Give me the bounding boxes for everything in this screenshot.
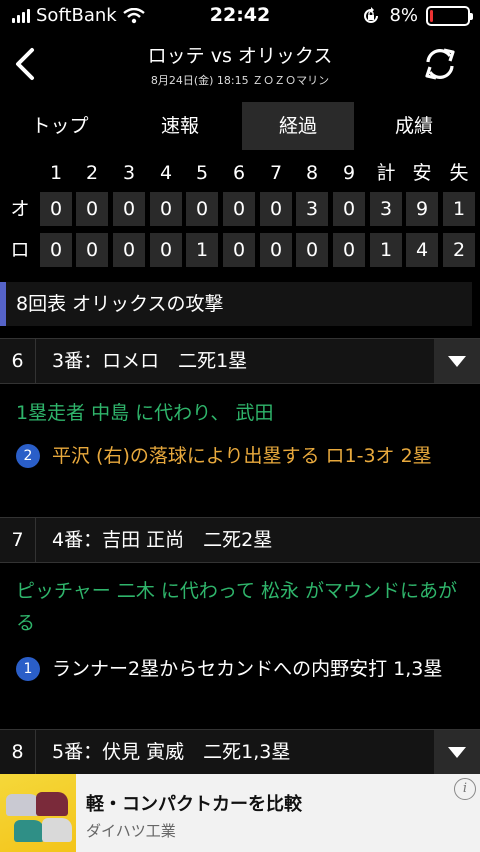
at-bat-row[interactable]: 7 4番：吉田 正尚 二死2塁: [0, 517, 480, 563]
at-bat-row[interactable]: 8 5番：伏見 寅威 二死1,3塁: [0, 729, 480, 775]
battery-percent: 8%: [389, 5, 418, 26]
at-bat-desc: 4番：吉田 正尚 二死2塁: [52, 529, 273, 551]
play-item: 1 ランナー2塁からセカンドへの内野安打 1,3塁: [16, 653, 466, 685]
inning-label: 8回表 オリックスの攻撃: [16, 293, 224, 315]
scoreboard-col-header: 1: [49, 162, 63, 184]
team-abbr: オ: [10, 198, 30, 220]
page-title: ロッテ vs オリックス: [147, 45, 333, 67]
ad-info-icon[interactable]: i: [454, 778, 476, 800]
score-cell: 0: [333, 233, 365, 267]
game-info: 8月24日(金) 18:15 ＺＯＺＯマリン: [150, 74, 330, 87]
score-cell: 0: [113, 192, 145, 226]
ad-thumbnail[interactable]: [0, 774, 76, 852]
car-image: [14, 820, 44, 842]
ad-sponsor: ダイハツ工業: [86, 822, 176, 840]
battery-icon: [426, 5, 473, 26]
ad-title[interactable]: 軽・コンパクトカーを比較: [86, 790, 302, 816]
score-cell: 0: [150, 192, 182, 226]
tab-bar: トップ 速報 経過 成績: [0, 102, 480, 150]
expand-triangle-icon[interactable]: [434, 730, 480, 774]
refresh-icon[interactable]: [420, 46, 460, 82]
scoreboard-col-header: 7: [269, 162, 283, 184]
game-header: ロッテ vs オリックス 8月24日(金) 18:15 ＺＯＺＯマリン: [0, 32, 480, 98]
score-cell: 0: [40, 192, 72, 226]
score-cell: 0: [113, 233, 145, 267]
play-text: ランナー2塁からセカンドへの内野安打 1,3塁: [52, 658, 443, 680]
scoreboard-row-orix: オ 000000030391: [0, 192, 480, 230]
scoreboard-col-header: 6: [232, 162, 246, 184]
scoreboard-col-header: 3: [122, 162, 136, 184]
at-bat-number: 8: [0, 730, 36, 774]
at-bat-row[interactable]: 6 3番：ロメロ 二死1塁: [0, 338, 480, 384]
score-cell: 0: [260, 192, 292, 226]
at-bat-number: 6: [0, 339, 36, 383]
at-bat-number: 7: [0, 518, 36, 562]
team-abbr: ロ: [10, 239, 30, 261]
score-cell: 4: [406, 233, 438, 267]
pitching-change-note: ピッチャー 二木 に代わって 松永 がマウンドにあがる: [16, 580, 458, 634]
out-count-badge: 1: [16, 657, 40, 681]
score-cell: 0: [186, 192, 218, 226]
ad-banner[interactable]: 軽・コンパクトカーを比較 ダイハツ工業 i: [0, 774, 480, 852]
at-bat-desc: 5番：伏見 寅威 二死1,3塁: [52, 741, 291, 763]
scoreboard-header-row: 12 3 45 6 78 9計安失: [0, 156, 480, 192]
tab-top[interactable]: トップ: [0, 102, 120, 150]
score-cell: 0: [223, 192, 255, 226]
scoreboard-row-lotte: ロ 000010000142: [0, 233, 480, 271]
car-image: [36, 792, 68, 816]
play-text: 平沢 (右)の落球により出塁する ロ1-3オ 2塁: [52, 445, 432, 467]
tab-stats[interactable]: 成績: [354, 102, 474, 150]
score-cell: 0: [296, 233, 328, 267]
score-cell: 0: [40, 233, 72, 267]
score-cell: 0: [76, 192, 108, 226]
tab-live[interactable]: 速報: [120, 102, 240, 150]
score-cell: 0: [150, 233, 182, 267]
score-cell: 0: [76, 233, 108, 267]
score-cell: 2: [443, 233, 475, 267]
scoreboard-col-header: 2: [85, 162, 99, 184]
score-cell: 1: [186, 233, 218, 267]
scoreboard-col-header: 失: [449, 162, 469, 184]
at-bat-desc: 3番：ロメロ 二死1塁: [52, 350, 248, 372]
expand-triangle-icon[interactable]: [434, 339, 480, 383]
car-image: [42, 818, 72, 842]
orientation-lock-icon: [364, 6, 379, 23]
scoreboard-col-header: 5: [195, 162, 209, 184]
score-cell: 1: [370, 233, 402, 267]
status-bar: SoftBank 22:42 8%: [0, 0, 480, 32]
scoreboard-col-header: 計: [376, 162, 396, 184]
scoreboard-col-header: 4: [159, 162, 173, 184]
score-cell: 0: [333, 192, 365, 226]
inning-header: 8回表 オリックスの攻撃: [0, 282, 472, 326]
score-cell: 1: [443, 192, 475, 226]
battery-fill: [430, 9, 433, 22]
scoreboard: 123456789計安失 オ 000000030391 ロ 0000100001…: [0, 156, 480, 274]
score-cell: 0: [223, 233, 255, 267]
substitution-note: 1塁走者 中島 に代わり、 武田: [16, 402, 274, 424]
score-cell: 0: [260, 233, 292, 267]
scoreboard-col-header: 9: [342, 162, 356, 184]
car-image: [6, 794, 40, 816]
out-count-badge: 2: [16, 444, 40, 468]
score-cell: 3: [370, 192, 402, 226]
score-cell: 3: [296, 192, 328, 226]
scoreboard-col-header: 8: [305, 162, 319, 184]
play-item: 2 平沢 (右)の落球により出塁する ロ1-3オ 2塁: [16, 440, 466, 472]
status-right: 8%: [361, 5, 473, 26]
tab-progress[interactable]: 経過: [242, 102, 354, 150]
scoreboard-col-header: 安: [412, 162, 432, 184]
score-cell: 9: [406, 192, 438, 226]
